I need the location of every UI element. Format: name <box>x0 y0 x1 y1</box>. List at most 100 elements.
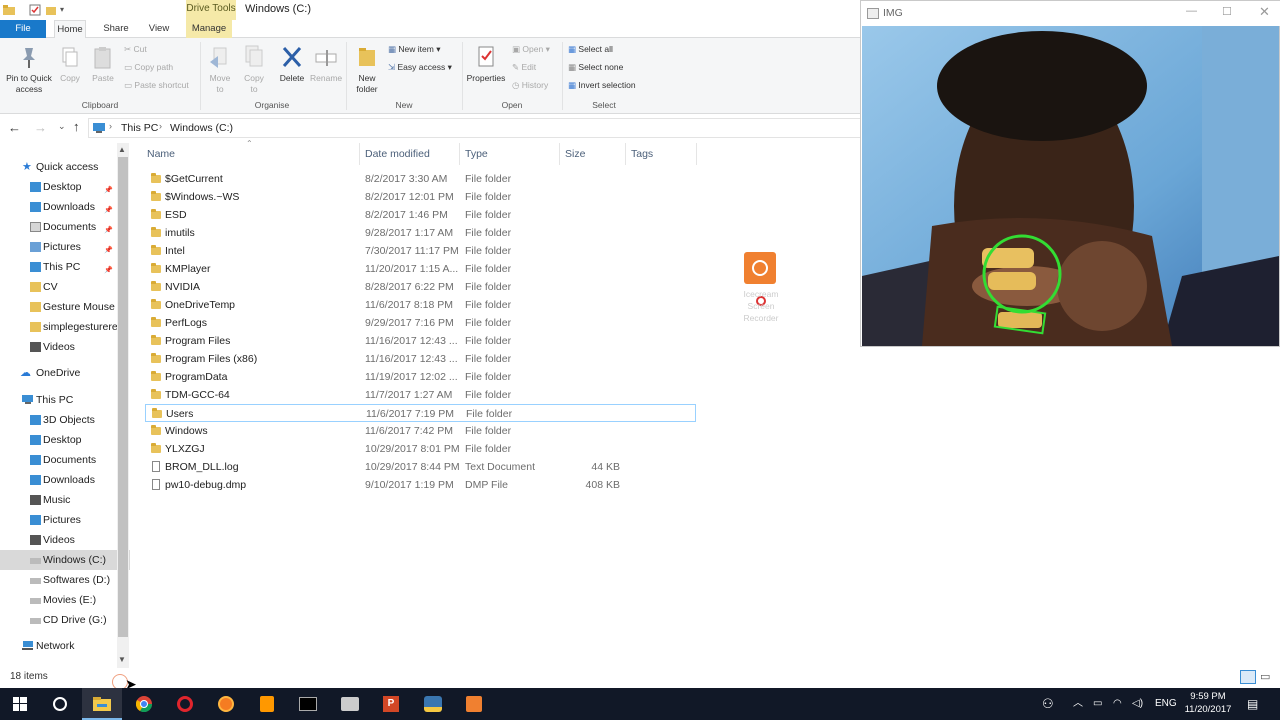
pin-icon[interactable]: 📌 <box>104 201 113 217</box>
start-button[interactable] <box>0 688 40 720</box>
table-row[interactable]: NVIDIA 8/28/2017 6:22 PM File folder <box>145 278 696 296</box>
details-view-icon[interactable] <box>1240 670 1256 684</box>
select-none-button[interactable]: ▦ Select none <box>568 61 623 73</box>
table-row[interactable]: OneDriveTemp 11/6/2017 8:18 PM File folder <box>145 296 696 314</box>
table-row[interactable]: ESD 8/2/2017 1:46 PM File folder <box>145 206 696 224</box>
new-folder-quick-icon[interactable] <box>44 3 58 17</box>
table-row[interactable]: imutils 9/28/2017 1:17 AM File folder <box>145 224 696 242</box>
minimize-icon[interactable]: — <box>1186 5 1197 17</box>
table-row[interactable]: Users 11/6/2017 7:19 PM File folder <box>145 404 696 422</box>
nav-quick-item[interactable]: Downloads 📌 <box>0 197 117 217</box>
taskbar-terminal[interactable] <box>288 688 328 720</box>
nav-pc-item[interactable]: Desktop <box>0 430 130 450</box>
delete-button[interactable]: Delete <box>276 44 308 84</box>
nav-quick-item[interactable]: Videos <box>0 337 117 357</box>
new-item-button[interactable]: ▦ New item ▾ <box>388 43 440 55</box>
taskbar-chrome[interactable] <box>124 688 164 720</box>
taskbar-file-explorer[interactable] <box>82 688 122 720</box>
tab-view[interactable]: View <box>145 20 173 38</box>
move-to-button[interactable]: Move to <box>206 44 234 95</box>
table-row[interactable]: Program Files 11/16/2017 12:43 ... File fo… <box>145 332 696 350</box>
pin-icon[interactable]: 📌 <box>104 241 113 257</box>
nav-quick-item[interactable]: simplegesturerec <box>0 317 117 337</box>
copy-to-button[interactable]: Copy to <box>240 44 268 95</box>
table-row[interactable]: PerfLogs 9/29/2017 7:16 PM File folder <box>145 314 696 332</box>
nav-pc-item[interactable]: CD Drive (G:) <box>0 610 130 630</box>
tab-manage[interactable]: Manage <box>186 20 232 38</box>
scroll-down-icon[interactable]: ▼ <box>118 655 126 664</box>
tab-share[interactable]: Share <box>98 20 134 38</box>
column-divider[interactable] <box>359 143 360 165</box>
table-row[interactable]: $Windows.~WS 8/2/2017 12:01 PM File folder <box>145 188 696 206</box>
action-center-icon[interactable]: ▤ <box>1247 688 1258 720</box>
pin-icon[interactable]: 📌 <box>104 261 113 277</box>
open-button[interactable]: ▣ Open ▾ <box>512 43 550 55</box>
cut-button[interactable]: ✂ Cut <box>124 43 147 55</box>
nav-quick-item[interactable]: Pictures 📌 <box>0 237 117 257</box>
nav-quick-access[interactable]: ★ Quick access <box>0 157 117 177</box>
nav-quick-item[interactable]: This PC 📌 <box>0 257 117 277</box>
table-row[interactable]: Windows 11/6/2017 7:42 PM File folder <box>145 422 696 440</box>
table-row[interactable]: $GetCurrent 8/2/2017 3:30 AM File folder <box>145 170 696 188</box>
tab-home[interactable]: Home <box>54 20 86 39</box>
large-icons-view-icon[interactable]: ▭ <box>1260 670 1274 684</box>
battery-icon[interactable]: ▭ <box>1093 688 1102 720</box>
column-divider[interactable] <box>559 143 560 165</box>
taskbar-python[interactable] <box>413 688 453 720</box>
nav-pc-item[interactable]: Pictures <box>0 510 130 530</box>
nav-pc-item[interactable]: Documents <box>0 450 130 470</box>
back-arrow-icon[interactable]: ← <box>8 120 21 135</box>
column-divider[interactable] <box>696 143 697 165</box>
recent-locations-chevron-icon[interactable]: ⌄ <box>58 121 66 132</box>
nav-onedrive[interactable]: ☁ OneDrive <box>0 363 117 383</box>
column-header-name[interactable]: Name <box>147 143 175 165</box>
nav-pc-item[interactable]: Movies (E:) <box>0 590 130 610</box>
scroll-up-icon[interactable]: ▲ <box>118 145 126 154</box>
cortana-button[interactable] <box>40 688 80 720</box>
customize-quick-access-icon[interactable]: ▾ <box>60 3 74 17</box>
column-header-date[interactable]: Date modified <box>365 143 430 165</box>
nav-pc-item[interactable]: 3D Objects <box>0 410 130 430</box>
table-row[interactable]: pw10-debug.dmp 9/10/2017 1:19 PM DMP File 4… <box>145 476 696 494</box>
nav-pc-item[interactable]: Softwares (D:) <box>0 570 130 590</box>
table-row[interactable]: KMPlayer 11/20/2017 1:15 A... File folder <box>145 260 696 278</box>
rename-button[interactable]: Rename <box>310 44 342 84</box>
nav-pc-item[interactable]: Videos <box>0 530 130 550</box>
taskbar-icecream-recorder[interactable] <box>454 688 494 720</box>
invert-selection-button[interactable]: ▦ Invert selection <box>568 79 636 91</box>
properties-button[interactable]: Properties <box>464 44 508 84</box>
nav-pc-item[interactable]: Downloads <box>0 470 130 490</box>
table-row[interactable]: YLXZGJ 10/29/2017 8:01 PM File folder <box>145 440 696 458</box>
pin-icon[interactable]: 📌 <box>104 181 113 197</box>
copy-button[interactable]: Copy <box>58 44 82 84</box>
up-arrow-icon[interactable]: ↑ <box>73 119 80 134</box>
nav-this-pc[interactable]: This PC <box>0 390 117 410</box>
taskbar-firefox[interactable] <box>206 688 246 720</box>
show-hidden-icons-chevron-icon[interactable]: ︿ <box>1073 688 1083 720</box>
nav-network[interactable]: Network <box>0 636 117 656</box>
nav-pc-item[interactable]: Music <box>0 490 130 510</box>
properties-quick-icon[interactable] <box>28 3 42 17</box>
column-divider[interactable] <box>625 143 626 165</box>
forward-arrow-icon[interactable]: → <box>34 120 47 135</box>
address-path-box[interactable]: › This PC › Windows (C:) <box>88 118 860 138</box>
scroll-thumb[interactable] <box>118 157 128 637</box>
pin-quick-access-button[interactable]: Pin to Quick access <box>4 44 54 95</box>
table-row[interactable]: ProgramData 11/19/2017 12:02 ... File fold… <box>145 368 696 386</box>
column-divider[interactable] <box>459 143 460 165</box>
breadcrumb-this-pc[interactable]: This PC <box>121 122 158 134</box>
pin-icon[interactable]: 📌 <box>104 221 113 237</box>
people-icon[interactable]: ⚇ <box>1042 688 1054 720</box>
history-button[interactable]: ◷ History <box>512 79 548 91</box>
table-row[interactable]: TDM-GCC-64 11/7/2017 1:27 AM File folder <box>145 386 696 404</box>
breadcrumb-windows-c[interactable]: Windows (C:) <box>170 122 233 134</box>
nav-quick-item[interactable]: Gesture Mouse <box>0 297 117 317</box>
new-folder-button[interactable]: New folder <box>352 44 382 95</box>
column-header-size[interactable]: Size <box>565 143 585 165</box>
desktop-shortcut-icecream[interactable]: Icecream Screen Recorder <box>736 250 786 330</box>
select-all-button[interactable]: ▦ Select all <box>568 43 613 55</box>
edit-button[interactable]: ✎ Edit <box>512 61 536 73</box>
paste-button[interactable]: Paste <box>90 44 116 84</box>
navigation-scrollbar[interactable]: ▲ ▼ <box>117 143 129 668</box>
taskbar-opera[interactable] <box>165 688 205 720</box>
